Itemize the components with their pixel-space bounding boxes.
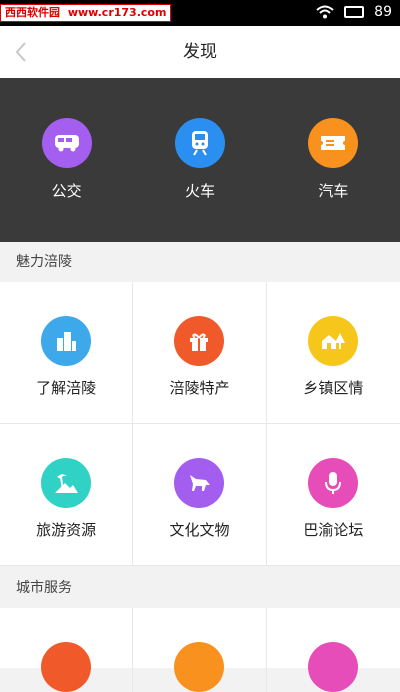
microphone-icon <box>308 458 359 508</box>
status-bar: 西西软件园 www.cr173.com 89 <box>0 0 400 26</box>
gift-icon <box>174 316 225 366</box>
transport-label: 公交 <box>51 182 82 200</box>
village-icon <box>308 316 359 366</box>
service-icon-1 <box>41 642 92 692</box>
transport-label: 火车 <box>184 182 215 200</box>
battery-icon <box>344 6 365 18</box>
grid-item-label: 乡镇区情 <box>303 379 364 397</box>
grid-item-forum[interactable]: 巴渝论坛 <box>266 424 400 566</box>
watermark: 西西软件园 www.cr173.com <box>0 4 172 22</box>
transport-bar: 公交 火车 汽车 <box>0 78 400 242</box>
section-title: 城市服务 <box>16 580 72 596</box>
section-header-city: 城市服务 <box>0 568 400 608</box>
transport-coach[interactable]: 汽车 <box>267 78 400 242</box>
section-title: 魅力涪陵 <box>16 254 72 270</box>
watermark-url: www.cr173.com <box>67 6 167 19</box>
grid-item-towns[interactable]: 乡镇区情 <box>266 282 400 424</box>
transport-label: 汽车 <box>318 182 349 200</box>
page-title: 发现 <box>183 42 217 62</box>
ticket-icon <box>308 118 359 168</box>
building-icon <box>41 316 92 366</box>
palm-icon <box>41 458 92 508</box>
grid-item-service-1[interactable] <box>0 608 134 692</box>
city-grid <box>0 608 400 692</box>
horse-icon <box>174 458 225 508</box>
grid-item-label: 旅游资源 <box>36 521 97 539</box>
service-icon-3 <box>308 642 359 692</box>
status-icons: 89 <box>316 4 392 20</box>
grid-item-service-3[interactable] <box>267 608 400 692</box>
charm-grid: 了解涪陵 涪陵特产 乡镇区情 旅游资源 文化文物 巴渝论坛 <box>0 282 400 566</box>
grid-item-service-2[interactable] <box>133 608 267 692</box>
grid-item-label: 文化文物 <box>169 521 230 539</box>
section-header-charm: 魅力涪陵 <box>0 242 400 282</box>
bus-icon <box>41 118 92 168</box>
transport-bus[interactable]: 公交 <box>0 78 133 242</box>
grid-item-label: 了解涪陵 <box>36 379 97 397</box>
grid-item-tourism[interactable]: 旅游资源 <box>0 424 134 566</box>
battery-level: 89 <box>374 4 392 20</box>
grid-item-culture[interactable]: 文化文物 <box>133 424 267 566</box>
grid-item-label: 巴渝论坛 <box>303 521 364 539</box>
navbar: 发现 <box>0 26 400 78</box>
grid-item-specialty[interactable]: 涪陵特产 <box>133 282 267 424</box>
grid-item-label: 涪陵特产 <box>169 379 230 397</box>
transport-train[interactable]: 火车 <box>133 78 266 242</box>
grid-item-about[interactable]: 了解涪陵 <box>0 282 134 424</box>
service-icon-2 <box>174 642 225 692</box>
watermark-name: 西西软件园 <box>5 6 60 19</box>
wifi-icon <box>316 5 334 19</box>
train-icon <box>174 118 225 168</box>
